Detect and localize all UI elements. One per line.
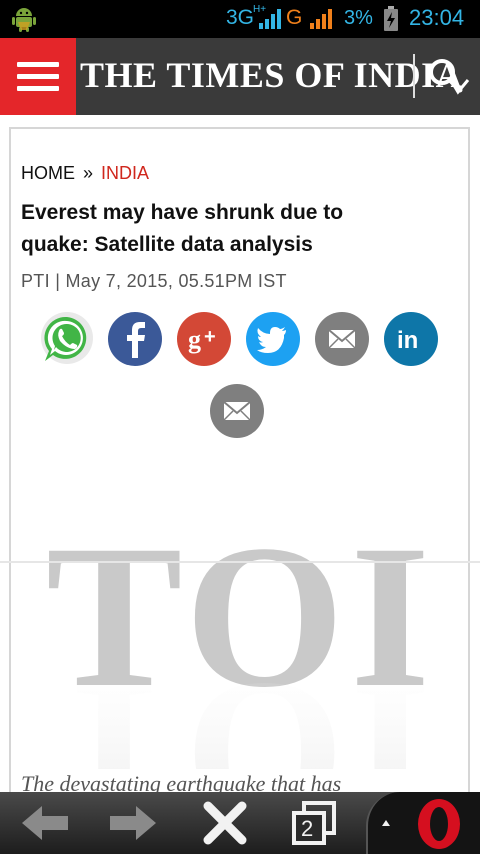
- svg-text:g: g: [188, 325, 201, 354]
- google-plus-share-button[interactable]: g +: [177, 312, 231, 366]
- tabs-icon: [292, 801, 336, 845]
- tab-count: 2: [301, 816, 314, 841]
- twitter-icon: [257, 327, 286, 353]
- breadcrumb-home-link[interactable]: HOME: [21, 163, 75, 183]
- breadcrumb-india-link[interactable]: INDIA: [101, 163, 149, 183]
- network-type-1: 3G: [226, 6, 255, 29]
- battery-percent: 3%: [344, 7, 373, 29]
- whatsapp-share-button[interactable]: [39, 311, 93, 365]
- network-type-2: G: [286, 6, 303, 29]
- facebook-share-button[interactable]: [108, 312, 162, 366]
- hamburger-icon-bar: [17, 86, 59, 91]
- article-headline: Everest may have shrunk due to quake: Sa…: [21, 201, 344, 256]
- opera-menu-button[interactable]: [366, 792, 480, 854]
- close-icon[interactable]: [198, 792, 252, 854]
- linkedin-icon: in: [397, 327, 418, 354]
- clock: 23:04: [409, 5, 465, 30]
- email-icon: [328, 329, 356, 349]
- svg-text:TOI: TOI: [46, 640, 436, 769]
- forward-arrow-icon[interactable]: [106, 792, 160, 854]
- android-debug-icon: [12, 8, 36, 32]
- hamburger-menu-button[interactable]: [0, 38, 76, 115]
- email-share-button-2[interactable]: [210, 384, 264, 438]
- google-plus-icon: g +: [188, 325, 216, 354]
- back-arrow-icon[interactable]: [18, 792, 72, 854]
- hamburger-icon: [17, 62, 59, 67]
- facebook-icon: [127, 322, 145, 358]
- battery-charging-icon: [384, 6, 398, 31]
- signal-strength-2-icon: [310, 9, 332, 29]
- svg-text:in: in: [397, 327, 418, 354]
- browser-toolbar: 2: [0, 792, 480, 854]
- scroll-divider: [0, 561, 480, 563]
- hamburger-icon-bar: [17, 74, 59, 79]
- twitter-share-button[interactable]: [246, 312, 300, 366]
- email-icon: [223, 401, 251, 421]
- article-card: HOME » INDIA Everest may have shrunk due t…: [9, 127, 470, 807]
- signal-strength-icon: [259, 9, 281, 29]
- whatsapp-icon: [41, 312, 93, 364]
- article-byline: PTI | May 7, 2015, 05.51PM IST: [21, 271, 287, 291]
- linkedin-share-button[interactable]: in: [384, 312, 438, 366]
- site-logo[interactable]: THE TIMES OF INDIA: [80, 54, 462, 96]
- breadcrumb-separator: »: [83, 163, 94, 183]
- site-header: THE TIMES OF INDIA: [0, 38, 480, 115]
- opera-menu-icon: [382, 799, 460, 849]
- breadcrumb: HOME » INDIA: [21, 163, 149, 184]
- article-image-toi-logo: TOI TOI: [46, 519, 436, 769]
- search-icon[interactable]: [412, 52, 480, 102]
- tabs-button[interactable]: 2: [290, 792, 344, 854]
- email-share-button[interactable]: [315, 312, 369, 366]
- svg-text:+: +: [204, 326, 216, 348]
- status-bar: 3G H+ G 3% 23:04: [0, 0, 480, 38]
